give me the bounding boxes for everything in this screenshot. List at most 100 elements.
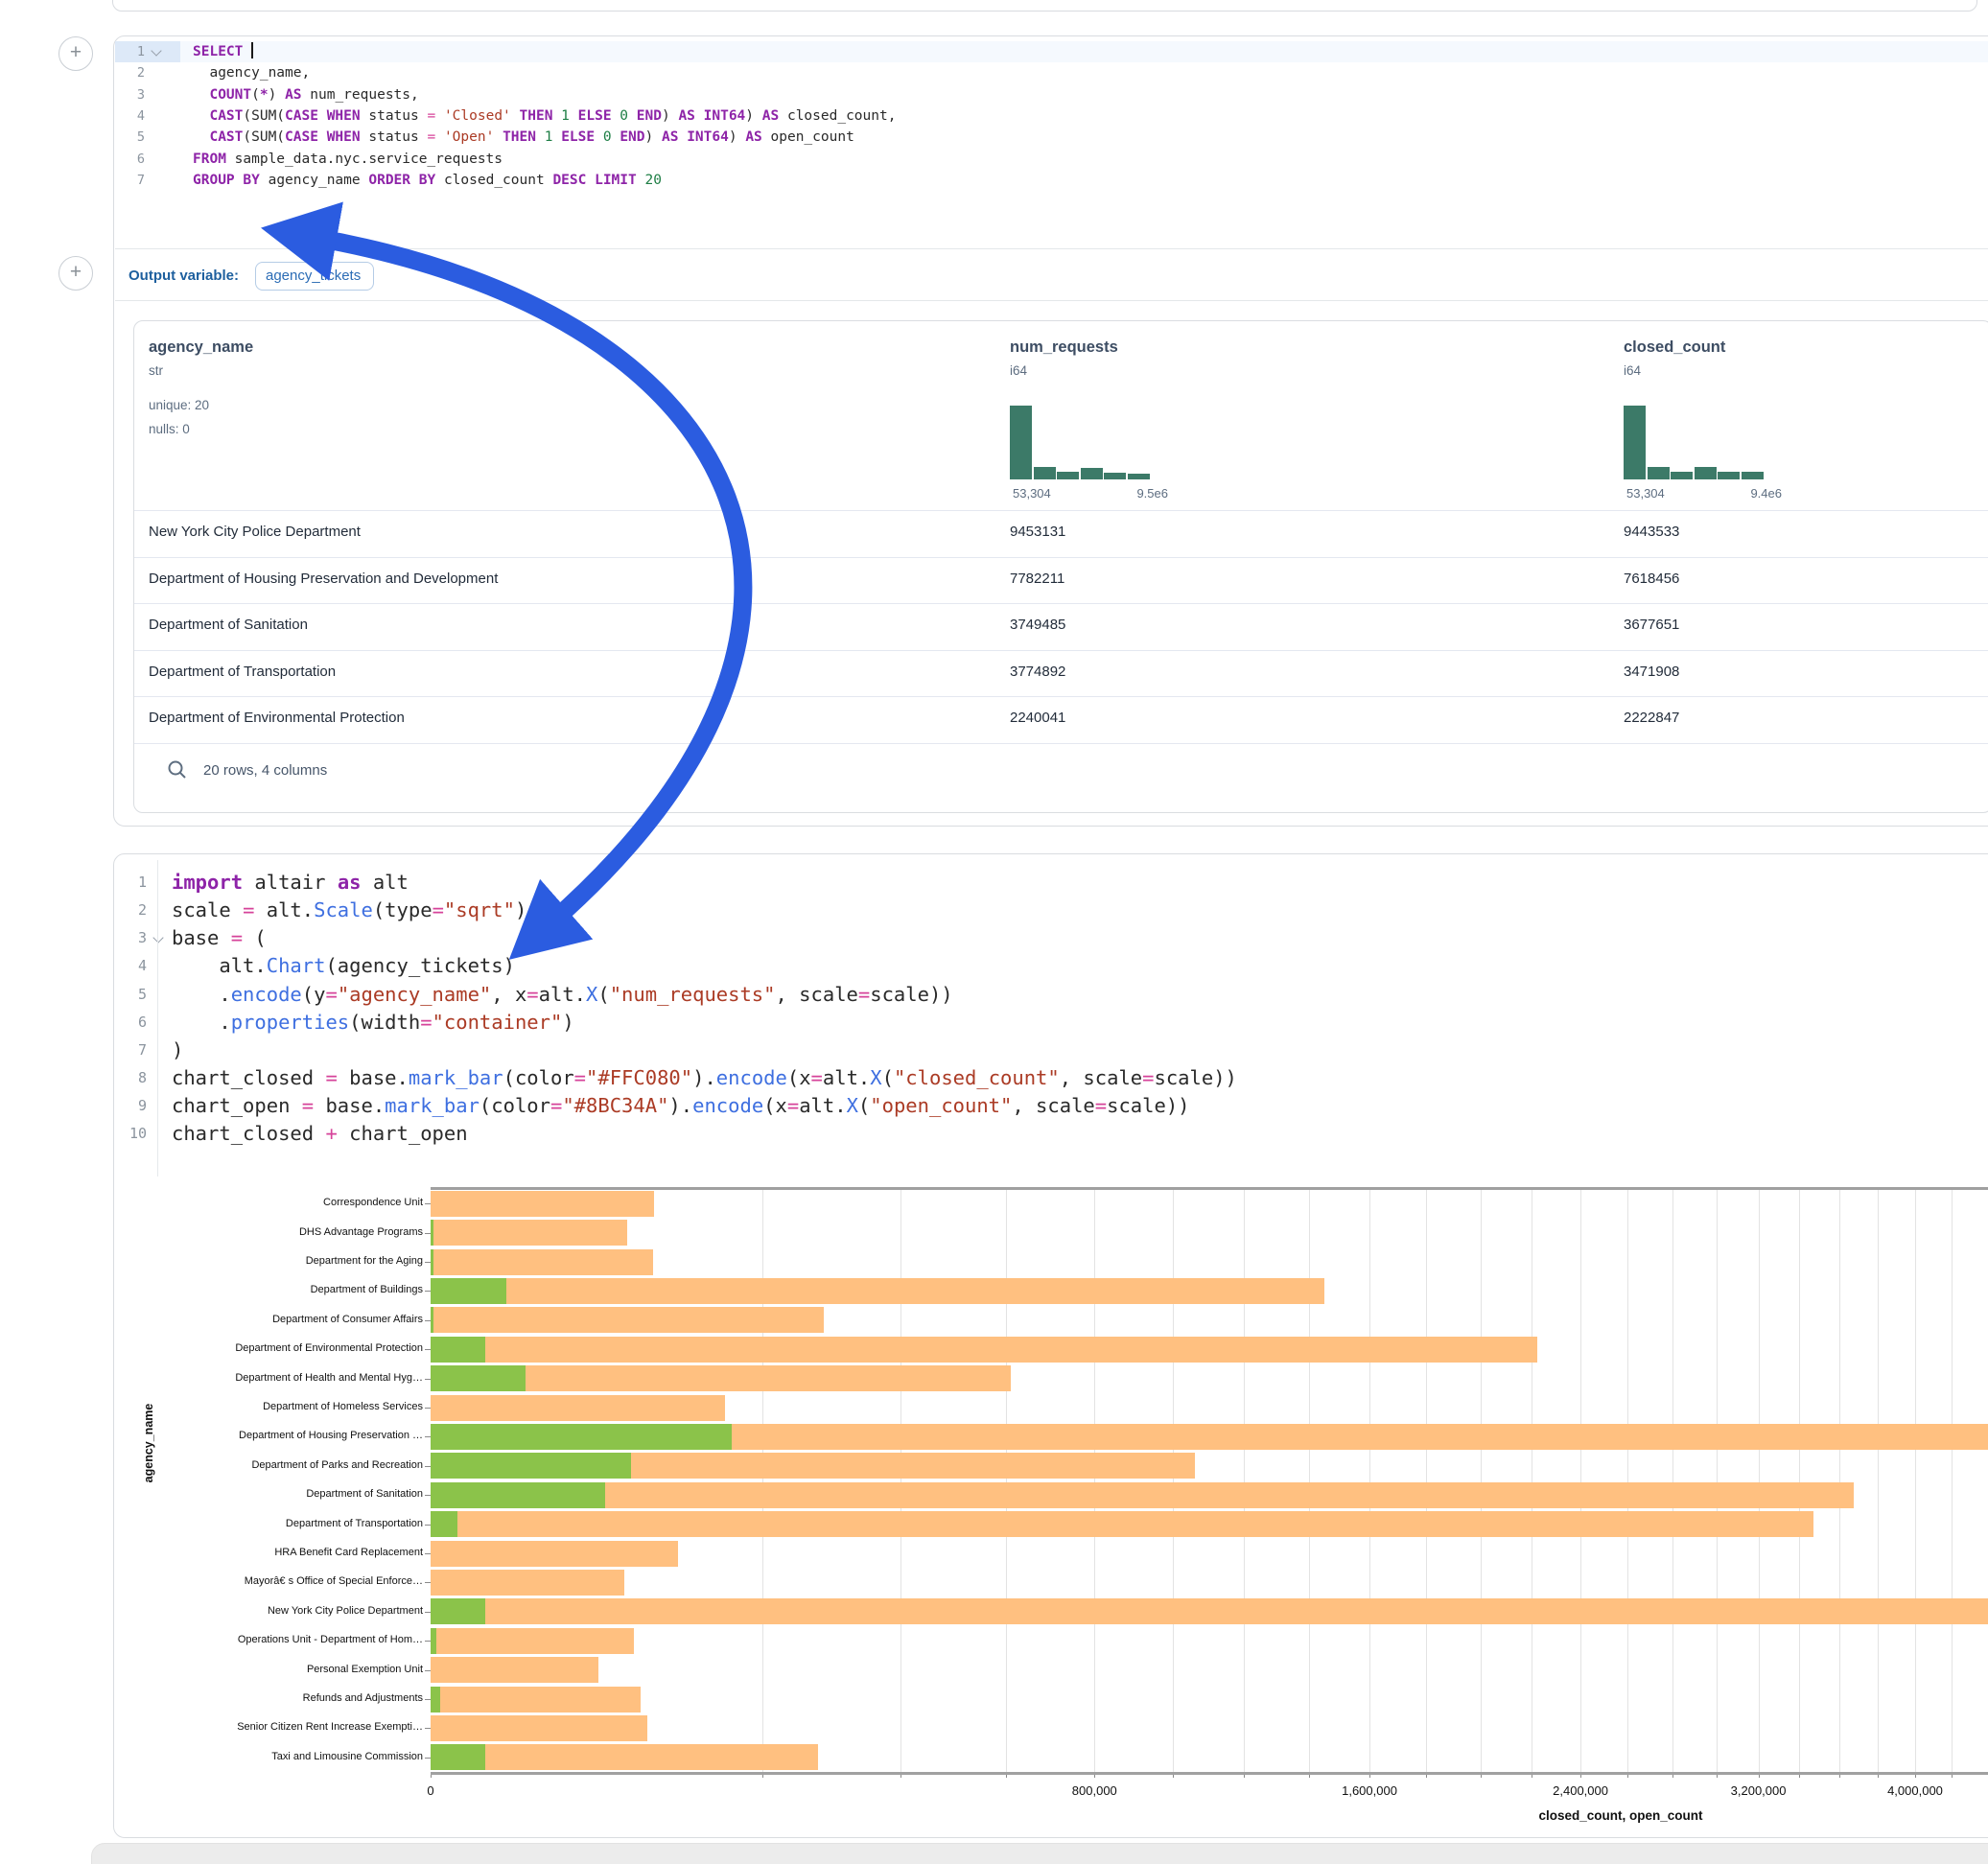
code-token: CAST xyxy=(209,108,243,124)
cell-num-requests: 9453131 xyxy=(1010,524,1065,540)
code-line[interactable]: scale = alt.Scale(type="sqrt") xyxy=(114,897,1988,924)
table-row[interactable]: New York City Police Department945313194… xyxy=(134,510,1988,557)
cell-closed-count: 3471908 xyxy=(1624,664,1679,680)
code-token: encode xyxy=(692,1094,763,1117)
code-token: WHEN xyxy=(327,129,361,145)
code-token: (type xyxy=(373,898,433,921)
code-token: chart_closed xyxy=(172,1066,325,1089)
table-footer: 20 rows, 4 columns xyxy=(134,743,1988,810)
cell-agency-name: Department of Sanitation xyxy=(149,617,308,633)
code-token: (x xyxy=(763,1094,787,1117)
column-header-num_requests[interactable]: num_requests xyxy=(1010,338,1118,357)
code-token: ) xyxy=(729,129,745,145)
histogram-bar xyxy=(1648,467,1670,479)
code-token: base. xyxy=(338,1066,409,1089)
code-token: ) xyxy=(269,87,285,103)
code-token: ( xyxy=(243,926,267,949)
result-table: agency_namestrunique: 20nulls: 0num_requ… xyxy=(133,320,1988,813)
code-token: END xyxy=(620,129,644,145)
code-token: THEN xyxy=(520,108,553,124)
text-cursor xyxy=(251,42,253,58)
code-token: , scale xyxy=(1060,1066,1142,1089)
table-row[interactable]: Department of Environmental Protection 22… xyxy=(134,696,1988,743)
gutter-divider xyxy=(157,860,158,1177)
python-cell: 1import altair as alt2scale = alt.Scale(… xyxy=(113,853,1988,1838)
code-token: "num_requests" xyxy=(610,983,776,1006)
code-line[interactable]: ) xyxy=(114,1037,1988,1064)
code-token: = xyxy=(811,1066,823,1089)
code-token: ) xyxy=(745,108,761,124)
code-token: alt. xyxy=(799,1094,846,1117)
code-token: X xyxy=(847,1094,858,1117)
column-header-agency_name[interactable]: agency_name xyxy=(149,338,253,357)
code-token: AS xyxy=(285,87,301,103)
column-header-closed_count[interactable]: closed_count xyxy=(1624,338,1725,357)
column-stat: unique: 20 xyxy=(149,398,209,412)
code-token: ORDER xyxy=(368,173,410,188)
output-variable-pill[interactable]: agency_tickets xyxy=(255,262,374,291)
code-token: * xyxy=(260,87,269,103)
code-token: = xyxy=(420,1011,432,1034)
sql-editor[interactable]: 1SELECT2 agency_name,3 COUNT(*) AS num_r… xyxy=(114,36,1988,248)
code-line[interactable]: base = ( xyxy=(114,924,1988,952)
code-line[interactable]: .properties(width="container") xyxy=(114,1009,1988,1037)
code-line[interactable]: CAST(SUM(CASE WHEN status = 'Open' THEN … xyxy=(114,127,1988,148)
code-token: alt xyxy=(362,871,409,894)
code-token xyxy=(511,108,520,124)
code-token xyxy=(318,108,327,124)
code-token: chart_closed xyxy=(172,1122,325,1145)
code-token xyxy=(552,108,561,124)
code-token: alt. xyxy=(823,1066,870,1089)
code-token: (width xyxy=(349,1011,420,1034)
code-token: ) xyxy=(562,1011,573,1034)
code-line[interactable]: FROM sample_data.nyc.service_requests xyxy=(114,149,1988,170)
code-token: base xyxy=(172,926,231,949)
code-line[interactable]: GROUP BY agency_name ORDER BY closed_cou… xyxy=(114,170,1988,191)
code-token: 1 xyxy=(561,108,570,124)
code-token: 'Open' xyxy=(444,129,494,145)
histogram-bar xyxy=(1742,472,1764,479)
code-token: (x xyxy=(787,1066,811,1089)
code-line[interactable]: CAST(SUM(CASE WHEN status = 'Closed' THE… xyxy=(114,105,1988,127)
code-line[interactable]: SELECT xyxy=(114,41,1988,62)
code-line[interactable]: chart_closed + chart_open xyxy=(114,1120,1988,1148)
table-row[interactable]: Department of Transportation377489234719… xyxy=(134,650,1988,697)
code-token: "agency_name" xyxy=(338,983,491,1006)
add-cell-button-top[interactable]: + xyxy=(58,36,93,71)
cell-num-requests: 2240041 xyxy=(1010,710,1065,726)
cell-agency-name: Department of Environmental Protection xyxy=(149,710,405,726)
histogram-bar xyxy=(1081,468,1103,479)
code-token: , scale xyxy=(776,983,858,1006)
code-token: DESC xyxy=(552,173,586,188)
table-row[interactable]: Department of Housing Preservation and D… xyxy=(134,557,1988,604)
code-token xyxy=(612,108,620,124)
code-token xyxy=(552,129,561,145)
code-token: ). xyxy=(692,1066,716,1089)
output-variable-label: Output variable: xyxy=(129,268,239,284)
code-line[interactable]: agency_name, xyxy=(114,62,1988,83)
code-line[interactable]: chart_closed = base.mark_bar(color="#FFC… xyxy=(114,1064,1988,1092)
code-token: BY xyxy=(243,173,259,188)
code-line[interactable]: alt.Chart(agency_tickets) xyxy=(114,952,1988,980)
code-token: = xyxy=(550,1094,562,1117)
table-row-count: 20 rows, 4 columns xyxy=(203,762,327,779)
notebook-page: + + 1SELECT2 agency_name,3 COUNT(*) AS n… xyxy=(0,0,1988,1864)
code-token: "#FFC080" xyxy=(586,1066,692,1089)
python-editor[interactable]: 1import altair as alt2scale = alt.Scale(… xyxy=(114,854,1988,1185)
cell-agency-name: Department of Housing Preservation and D… xyxy=(149,571,498,587)
code-token xyxy=(494,129,503,145)
code-line[interactable]: .encode(y="agency_name", x=alt.X("num_re… xyxy=(114,981,1988,1009)
cell-num-requests: 7782211 xyxy=(1010,571,1064,587)
code-token: = xyxy=(787,1094,799,1117)
code-token: (y xyxy=(302,983,326,1006)
table-row[interactable]: Department of Sanitation37494853677651 xyxy=(134,603,1988,650)
code-line[interactable]: import altair as alt xyxy=(114,869,1988,897)
code-token: ) xyxy=(515,898,526,921)
search-icon[interactable] xyxy=(167,759,188,781)
column-type: str xyxy=(149,363,163,378)
code-line[interactable]: chart_open = base.mark_bar(color="#8BC34… xyxy=(114,1092,1988,1120)
code-token: ) xyxy=(645,129,662,145)
code-line[interactable]: COUNT(*) AS num_requests, xyxy=(114,84,1988,105)
code-token: ). xyxy=(668,1094,692,1117)
add-cell-button-output[interactable]: + xyxy=(58,256,93,291)
